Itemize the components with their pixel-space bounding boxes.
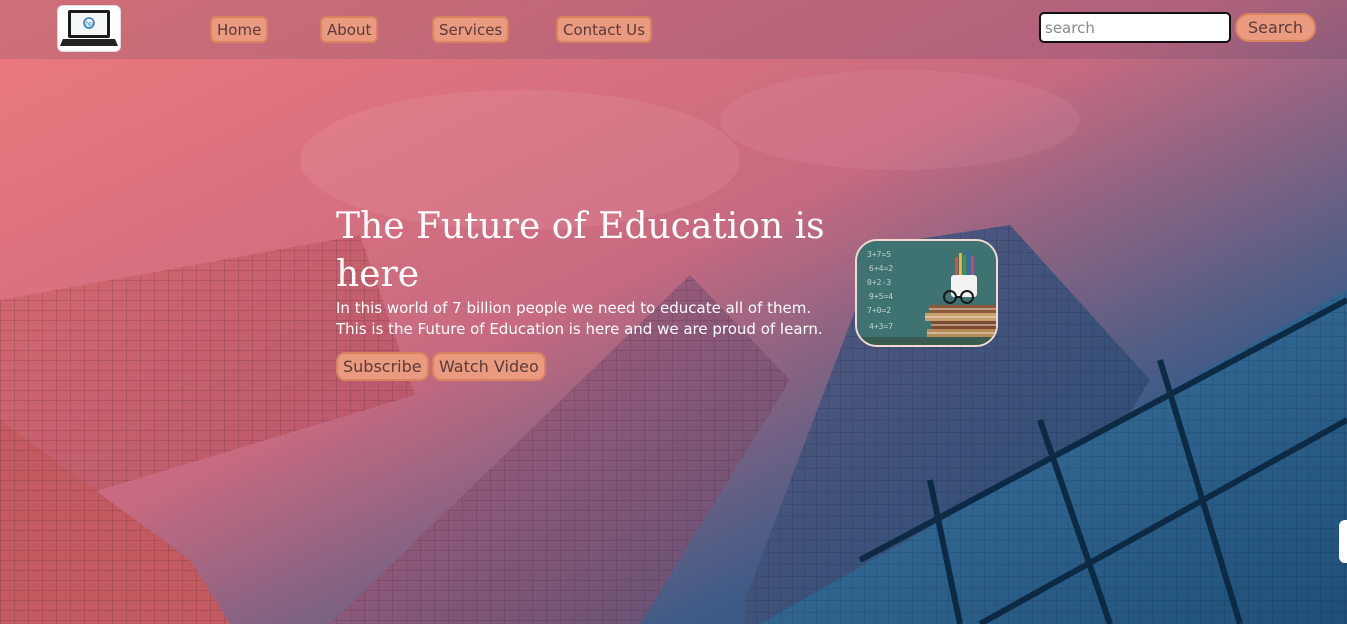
subscribe-button[interactable]: Subscribe [336, 352, 429, 381]
hero-title: The Future of Education is here [336, 206, 825, 295]
nav-link-services[interactable]: Services [432, 16, 510, 43]
search-button[interactable]: Search [1235, 13, 1316, 42]
nav-link-about[interactable]: About [320, 16, 379, 43]
search-input[interactable] [1039, 12, 1231, 43]
hero-description-line-2: This is the Future of Education is here … [336, 320, 823, 338]
svg-text:4+3=7: 4+3=7 [869, 322, 893, 331]
side-chat-widget[interactable] [1339, 520, 1347, 563]
top-navbar: hp Home About Services Contact Us Search [0, 0, 1347, 59]
laptop-logo-icon: hp [60, 10, 118, 46]
svg-text:9+5=4: 9+5=4 [869, 292, 893, 301]
hero-education-image: 3+7=5 6+4=2 0+2-3 9+5=4 7+0=2 4+3=7 [855, 239, 998, 347]
nav-link-contact-us[interactable]: Contact Us [556, 16, 652, 43]
svg-text:hp: hp [85, 21, 93, 28]
books-and-pencils-icon: 3+7=5 6+4=2 0+2-3 9+5=4 7+0=2 4+3=7 [857, 241, 996, 345]
svg-text:6+4=2: 6+4=2 [869, 264, 893, 273]
nav-link-home[interactable]: Home [210, 16, 269, 43]
svg-text:0+2-3: 0+2-3 [867, 278, 891, 287]
hero-description: In this world of 7 billion people we nee… [336, 298, 836, 340]
svg-text:3+7=5: 3+7=5 [867, 250, 891, 259]
site-logo[interactable]: hp [57, 5, 121, 52]
watch-video-button[interactable]: Watch Video [432, 352, 546, 381]
svg-text:7+0=2: 7+0=2 [867, 306, 891, 315]
hero-description-line-1: In this world of 7 billion people we nee… [336, 299, 812, 317]
